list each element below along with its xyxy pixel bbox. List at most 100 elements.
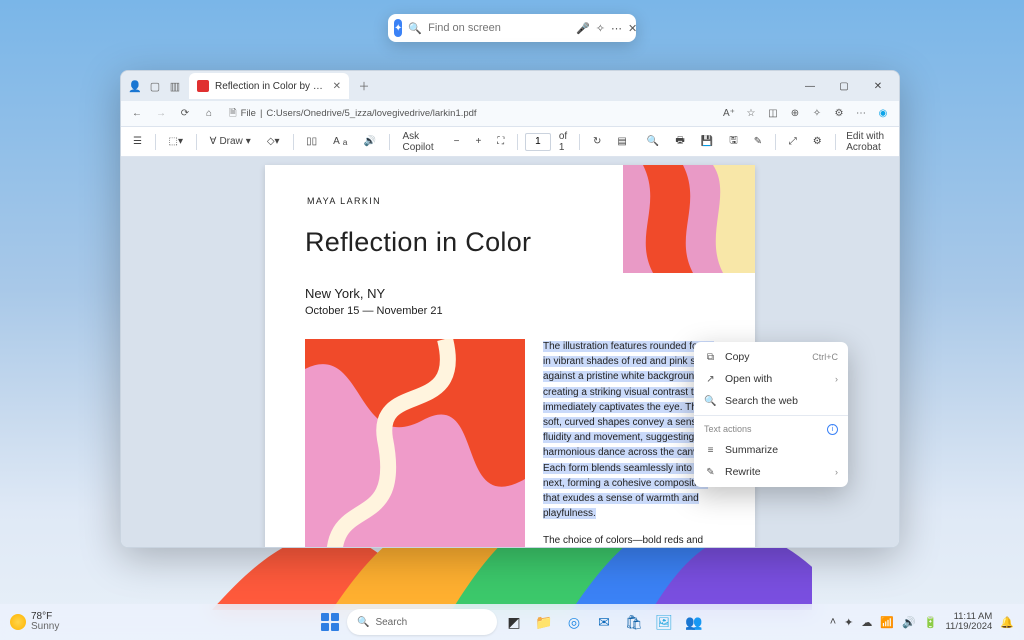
tab-title: Reflection in Color by Maya Lar… [215,81,327,92]
more-icon[interactable]: ⋯ [611,20,622,36]
copilot-icon[interactable]: ✧ [596,20,605,36]
fit-page-icon[interactable]: ⛶ [491,131,510,153]
close-icon[interactable]: ✕ [628,20,637,36]
contents-icon[interactable]: ☰ [127,131,148,153]
titlebar: 👤 ▢ ▥ Reflection in Color by Maya Lar… ✕… [121,71,899,101]
taskbar-clock[interactable]: 11:11 AM 11/19/2024 [945,612,992,632]
find-on-screen-bar[interactable]: ✦ 🔍 🎤 ✧ ⋯ ✕ [388,14,636,42]
settings-pdf-icon[interactable]: ⚙ [807,131,828,153]
pdf-icon [197,80,209,92]
minimize-button[interactable]: ― [793,73,827,99]
draw-button[interactable]: ∀Draw▾ [204,131,257,153]
info-icon[interactable]: i [827,424,838,435]
teams-icon[interactable]: 👥 [681,609,707,635]
search-pdf-icon[interactable]: 🔍 [641,131,665,153]
zoom-out-button[interactable]: − [448,131,466,153]
document-author: MAYA LARKIN [305,195,383,207]
photos-icon[interactable]: 🖼 [651,609,677,635]
settings-icon[interactable]: ⚙ [829,104,849,124]
tab-active[interactable]: Reflection in Color by Maya Lar… ✕ [189,73,349,99]
menu-icon[interactable]: ⋯ [851,104,871,124]
refresh-button[interactable]: ⟳ [175,104,195,124]
maximize-button[interactable]: ▢ [827,73,861,99]
start-button[interactable] [317,609,343,635]
weather-condition: Sunny [31,622,59,633]
outlook-icon[interactable]: ✉ [591,609,617,635]
address-bar[interactable]: 🗎 File | C:Users/Onedrive/5_izza/lovegiv… [223,106,715,122]
fullscreen-icon[interactable]: ⤢ [783,131,803,153]
taskbar-search[interactable]: 🔍 Search [347,609,497,635]
context-search-web[interactable]: 🔍 Search the web [694,390,848,412]
favorite-icon[interactable]: ☆ [741,104,761,124]
taskbar-weather[interactable]: 78°F Sunny [10,612,59,633]
document-dates: October 15 — November 21 [305,305,715,317]
two-page-icon[interactable]: ▯▯ [300,131,323,153]
tab-actions-icon[interactable]: ▥ [165,76,185,96]
context-rewrite[interactable]: ✎ Rewrite › [694,461,848,483]
extensions-icon[interactable]: ✧ [807,104,827,124]
mic-icon[interactable]: 🎤 [576,20,590,36]
body-art [305,339,525,547]
search-icon: 🔍 [357,617,369,628]
search-web-icon: 🔍 [704,395,717,408]
copilot-logo-icon: ✦ [394,19,402,37]
copilot-sidebar-icon[interactable]: ◉ [873,104,893,124]
forward-button[interactable]: → [151,104,171,124]
page-view-icon[interactable]: ▤ [611,131,632,153]
context-section-label: Text actions i [694,419,848,439]
edit-with-acrobat-button[interactable]: Edit with Acrobat [842,131,893,153]
save-icon[interactable]: 💾 [695,131,719,153]
task-view-icon[interactable]: ◩ [501,609,527,635]
window-close-button[interactable]: ✕ [861,73,895,99]
collections-icon[interactable]: ⊕ [785,104,805,124]
open-with-icon: ↗ [704,373,717,386]
url-path: C:Users/Onedrive/5_izza/lovegivedrive/la… [266,108,476,119]
address-bar-row: ← → ⟳ ⌂ 🗎 File | C:Users/Onedrive/5_izza… [121,101,899,127]
chevron-right-icon: › [835,467,838,477]
context-copy[interactable]: ⧉ Copy Ctrl+C [694,346,848,368]
profile-icon[interactable]: 👤 [125,76,145,96]
context-open-with[interactable]: ↗ Open with › [694,368,848,390]
new-tab-button[interactable]: ＋ [353,75,375,97]
ask-copilot-button[interactable]: Ask Copilot [396,131,439,153]
saveas-icon[interactable]: 🖫 [723,131,744,153]
edge-icon[interactable]: ◎ [561,609,587,635]
back-button[interactable]: ← [127,104,147,124]
tray-wifi-icon[interactable]: 📶 [880,616,894,629]
find-on-screen-input[interactable] [428,22,570,34]
page-number-input[interactable] [525,133,551,151]
highlight-icon[interactable]: ◇▾ [261,131,286,153]
tray-volume-icon[interactable]: 🔊 [902,616,916,629]
workspaces-icon[interactable]: ▢ [145,76,165,96]
url-scheme: File [241,108,256,119]
pdf-page: MAYA LARKIN Reflection in Color New York… [265,165,755,547]
text-size-icon[interactable]: Aa [327,131,353,153]
tray-battery-icon[interactable]: 🔋 [924,616,938,629]
tray-copilot-icon[interactable]: ✦ [844,616,853,629]
read-aloud-icon[interactable]: A⁺ [719,104,739,124]
tab-close-icon[interactable]: ✕ [333,81,341,92]
read-aloud-pdf-icon[interactable]: 🔊 [357,131,381,153]
rotate-icon[interactable]: ↻ [587,131,607,153]
tray-notifications-icon[interactable]: 🔔 [1000,616,1014,629]
selected-text: The illustration features rounded forms … [543,341,714,519]
paragraph-selected[interactable]: The illustration features rounded forms … [543,339,715,521]
tray-chevron-icon[interactable]: ˄ [830,616,836,628]
split-icon[interactable]: ◫ [763,104,783,124]
rewrite-icon: ✎ [704,466,717,479]
store-icon[interactable]: 🛍 [621,609,647,635]
document-city: New York, NY [305,286,715,301]
url-separator: | [260,108,262,119]
pointer-icon[interactable]: ⬚▾ [163,131,189,153]
weather-sun-icon [10,614,26,630]
context-summarize[interactable]: ≡ Summarize [694,439,848,461]
zoom-in-button[interactable]: + [469,131,487,153]
tray-onedrive-icon[interactable]: ☁ [861,616,872,629]
print-icon[interactable]: 🖶 [669,131,690,153]
annotate-icon[interactable]: ✎ [748,131,768,153]
page-total: of 1 [559,131,569,153]
chevron-right-icon: › [835,374,838,384]
home-button[interactable]: ⌂ [199,104,219,124]
explorer-icon[interactable]: 📁 [531,609,557,635]
file-icon: 🗎 [229,106,237,122]
